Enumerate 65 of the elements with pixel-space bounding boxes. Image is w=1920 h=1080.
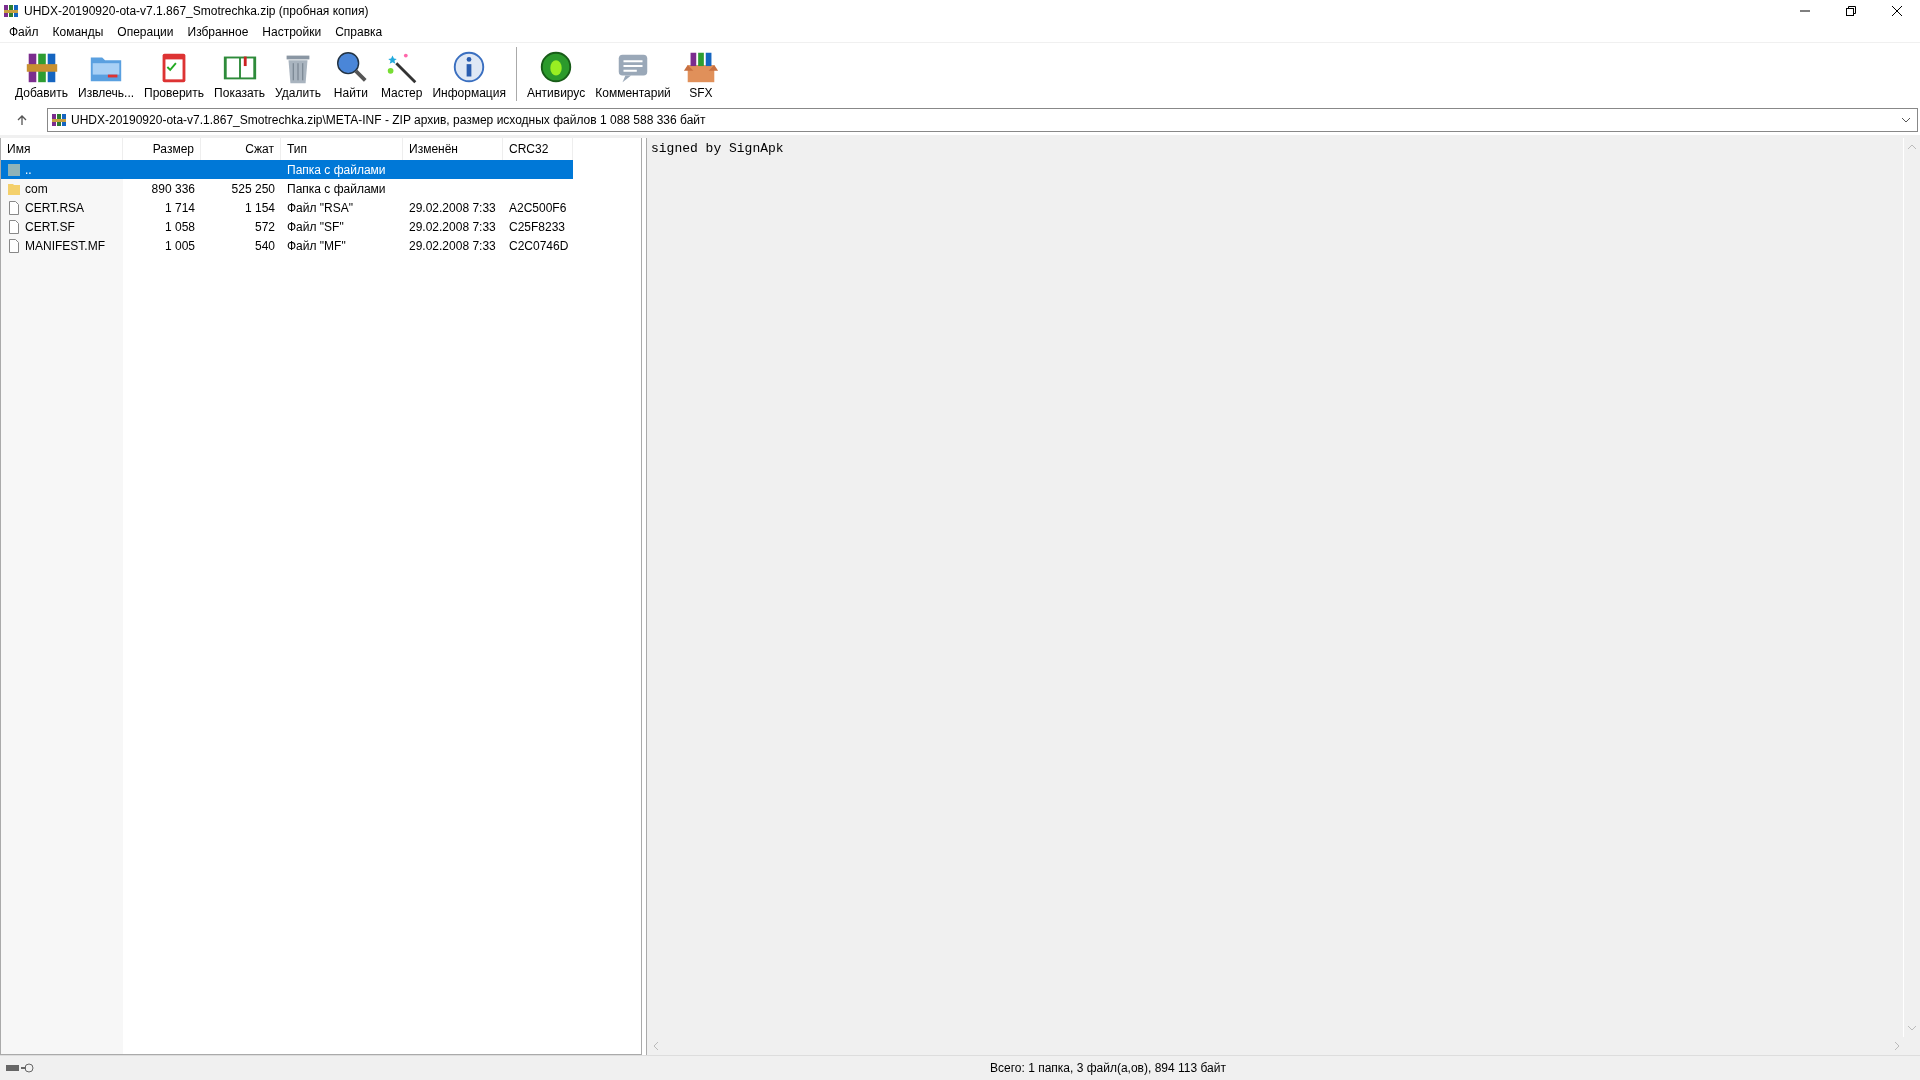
chevron-right-icon [1894,1041,1900,1051]
toolbar-button[interactable]: Добавить [12,48,72,100]
file-name: CERT.SF [25,219,75,234]
toolbar-button[interactable]: Удалить [272,48,324,100]
file-icon [8,219,20,234]
table-cell: 29.02.2008 7:33 [409,219,496,234]
toolbar-button[interactable]: Проверить [141,48,208,100]
file-name: com [25,181,48,196]
table-cell: 890 336 [151,181,195,196]
restore-icon[interactable] [1845,5,1857,17]
file-name: CERT.RSA [25,200,85,215]
window-title: UHDX-20190920-ota-v7.1.867_Smotrechka.zip (пробная копия) [24,4,370,18]
toolbar-button[interactable]: Извлечь... [75,48,138,100]
chevron-down-icon [1907,1025,1917,1031]
close-icon[interactable] [1891,5,1903,17]
status-text: Всего: 1 папка, 3 файл(а,ов), 894 113 байт [990,1061,1226,1075]
file-icon [8,238,20,253]
table-cell: C25F8233 [509,219,566,234]
file-row[interactable]: CERT.SF 1 058 572 Файл "SF" 29.02.2008 7:33 C25F8233 [1,217,573,236]
table-cell: C2C0746D [509,238,569,253]
table-cell: Папка с файлами [287,181,386,196]
chevron-left-icon [653,1041,659,1051]
table-cell: 540 [254,238,275,253]
chevron-down-icon [1901,117,1911,123]
toolbar-button[interactable]: Показать [211,48,269,100]
table-cell: Папка с файлами [287,162,386,177]
table-cell: 1 714 [164,200,195,215]
toolbar-button[interactable]: Найти [327,48,374,100]
table-cell: A2C500F6 [509,200,567,215]
up-arrow-icon[interactable] [16,114,28,126]
folder-icon [8,181,20,196]
preview-text: signed by SignApk [650,140,785,158]
menu-item[interactable]: Операции [110,25,181,39]
address-field[interactable]: UHDX-20190920-ota-v7.1.867_Smotrechka.zip\META-INF - ZIP архив, размер исходных файлов 1 088 588 336 байт [47,108,1918,132]
toolbar-button[interactable]: Мастер [377,48,426,100]
table-cell: Файл "RSA" [287,200,354,215]
toolbar-button[interactable]: Комментарий [592,48,674,100]
table-cell: 572 [254,219,275,234]
table-cell: 29.02.2008 7:33 [409,238,496,253]
file-name: MANIFEST.MF [25,238,105,253]
chevron-up-icon [1907,144,1917,150]
file-icon [8,200,20,215]
table-cell: 1 005 [164,238,195,253]
file-row[interactable]: MANIFEST.MF 1 005 540 Файл "MF" 29.02.2008 7:33 C2C0746D [1,236,573,255]
table-cell: 1 058 [164,219,195,234]
file-row[interactable]: CERT.RSA 1 714 1 154 Файл "RSA" 29.02.2008 7:33 A2C500F6 [1,198,573,217]
file-row[interactable]: .. Папка с файлами [1,160,573,179]
archive-icon [3,3,19,19]
table-cell: 29.02.2008 7:33 [409,200,496,215]
menu-item[interactable]: Избранное [180,25,256,39]
archive-icon [51,112,67,128]
toolbar-button[interactable]: Информация [429,48,509,100]
menu-item[interactable]: Файл [2,25,46,39]
table-cell: Файл "MF" [287,238,346,253]
menu-item[interactable]: Команды [45,25,111,39]
toolbar-button[interactable]: Антивирус [523,48,589,100]
table-cell: Файл "SF" [287,219,344,234]
drive-icon [6,1063,36,1073]
table-cell: 1 154 [244,200,275,215]
toolbar-button[interactable]: SFX [677,48,724,100]
menu-item[interactable]: Настройки [255,25,329,39]
table-cell: 525 250 [231,181,275,196]
menu-item[interactable]: Справка [328,25,390,39]
file-name: .. [25,162,32,177]
file-row[interactable]: com 890 336 525 250 Папка с файлами [1,179,573,198]
